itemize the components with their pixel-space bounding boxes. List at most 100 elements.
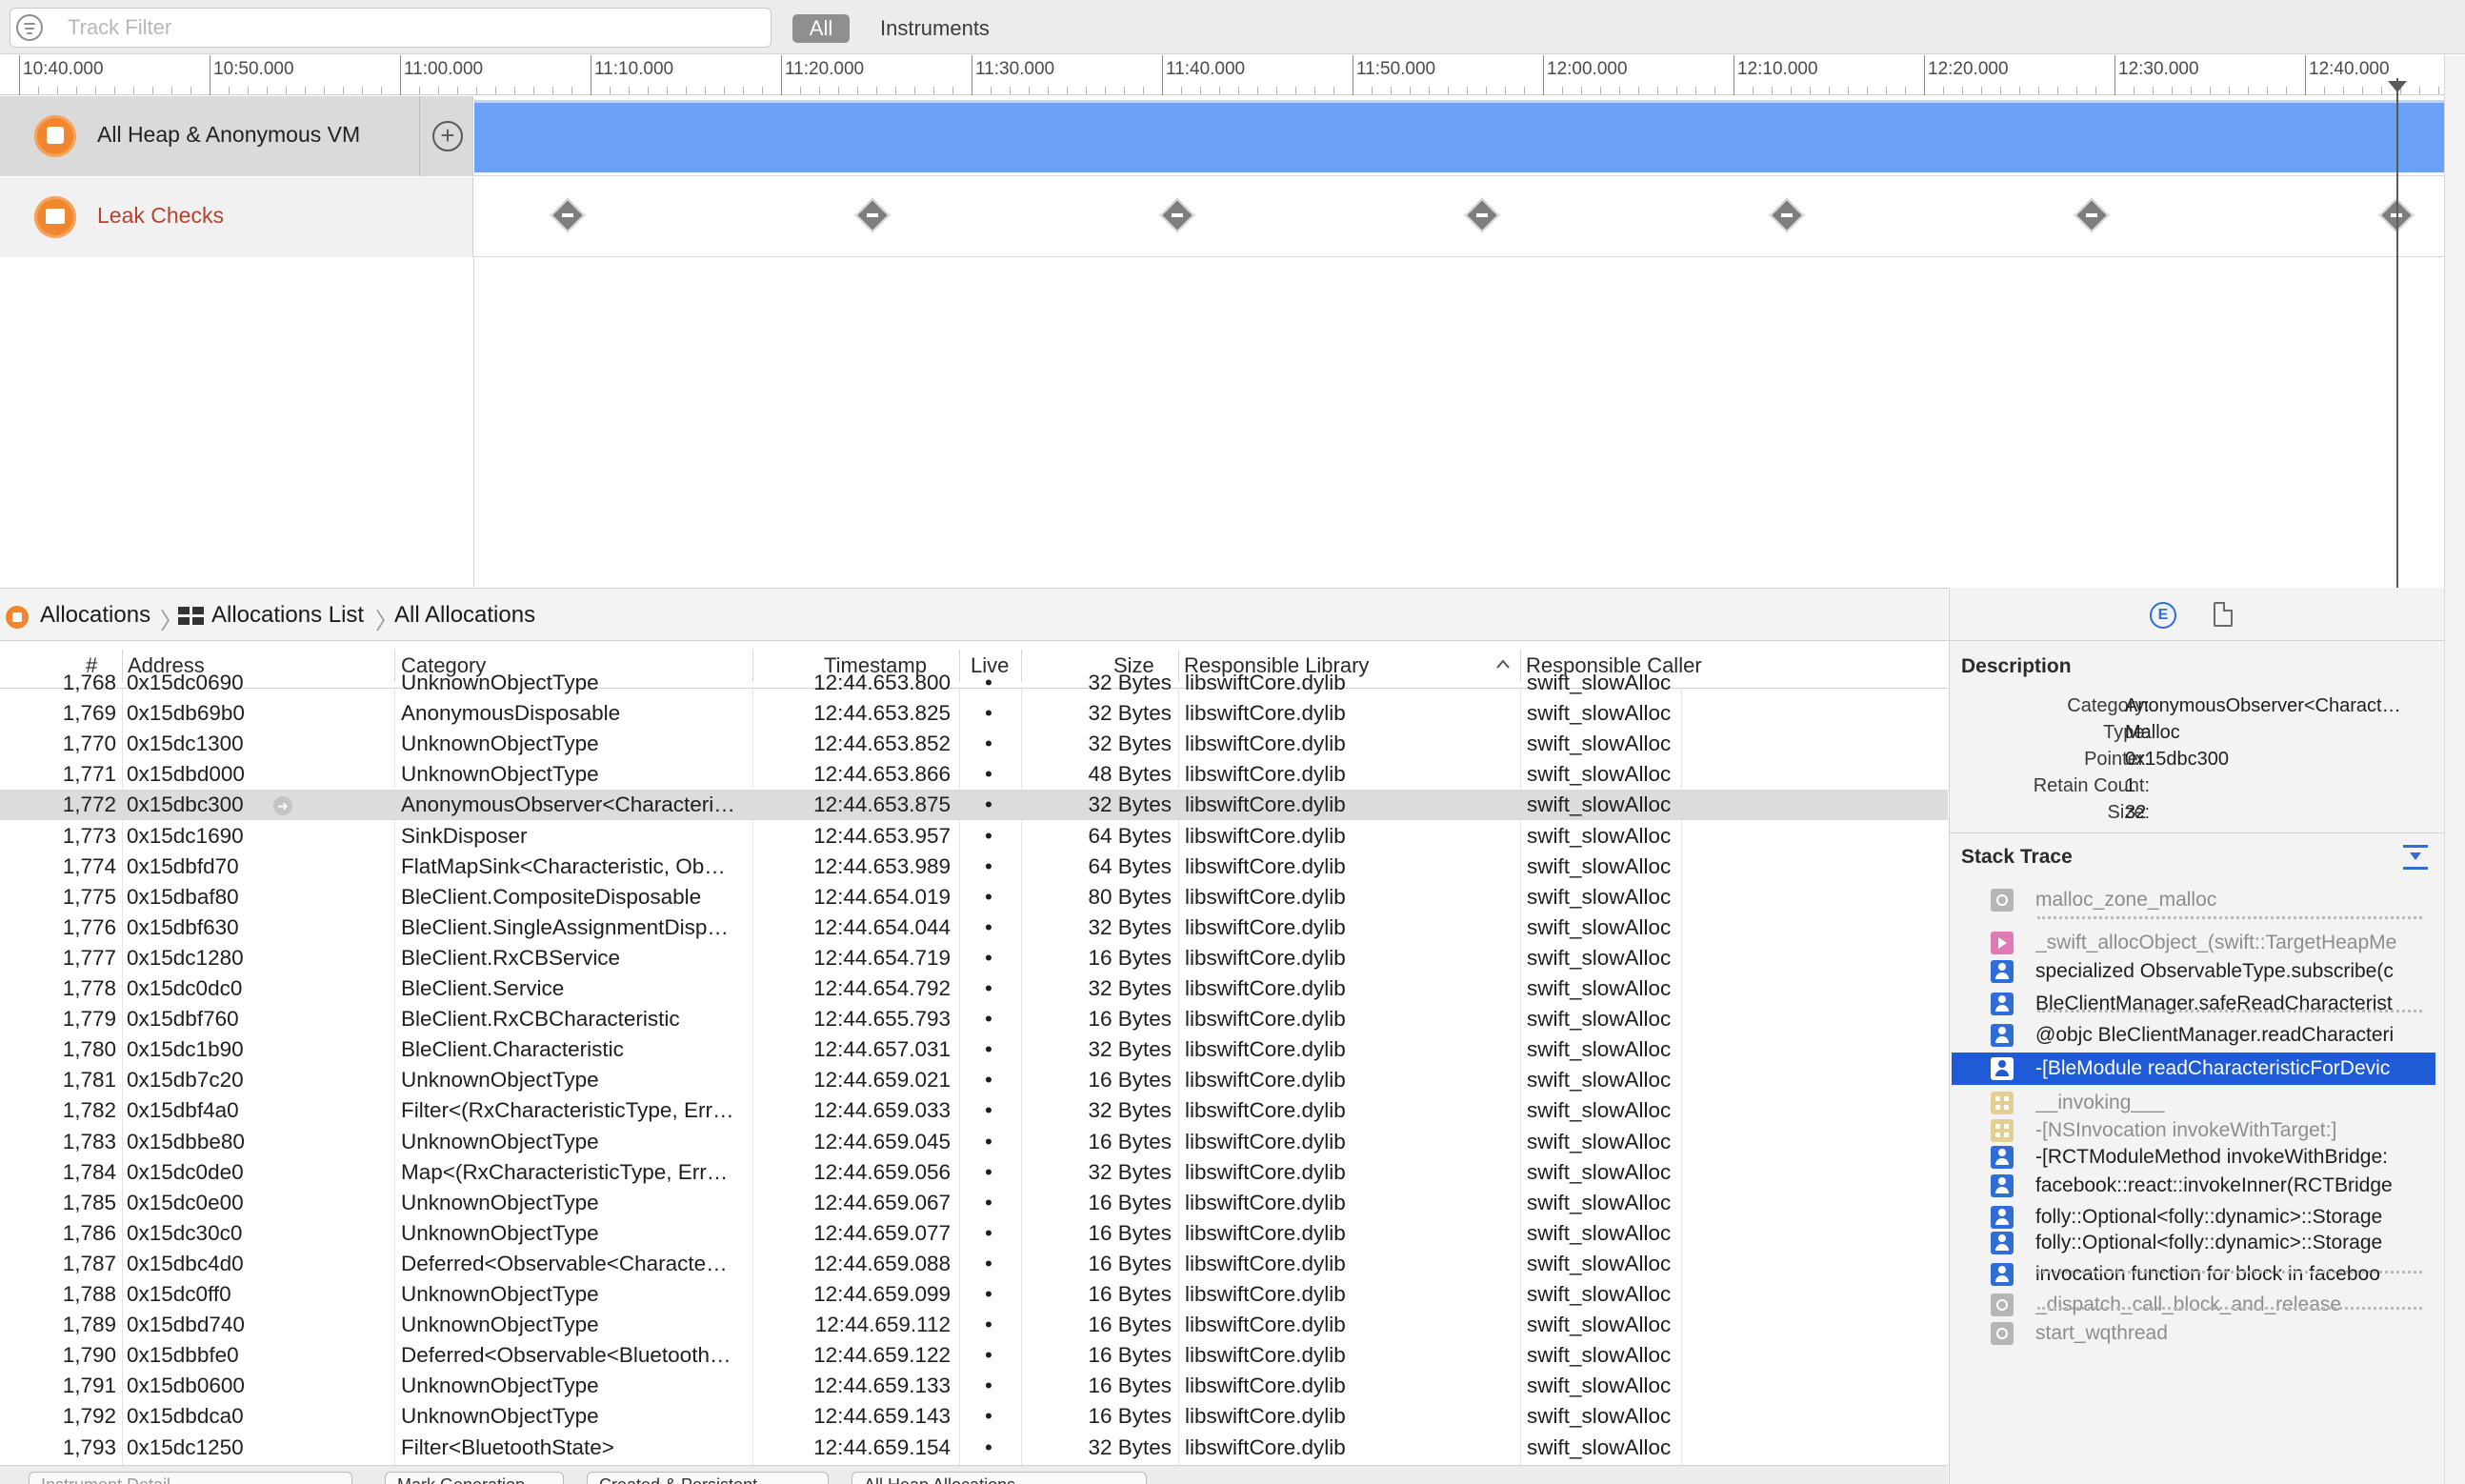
- filter-icon[interactable]: [16, 14, 43, 41]
- table-row[interactable]: 1,771 0x15dbd000 UnknownObjectType 12:44.65…: [0, 759, 1948, 790]
- table-row[interactable]: 1,787 0x15dbc4d0 Deferred<Observable<Chara…: [0, 1249, 1948, 1279]
- cell-address: 0x15dbd000: [127, 762, 245, 787]
- table-row[interactable]: 1,785 0x15dc0e00 UnknownObjectType 12:44.65…: [0, 1188, 1948, 1218]
- cell-caller: swift_slowAlloc: [1527, 1190, 1672, 1214]
- stack-frame[interactable]: facebook::react::invokeInner(RCTBridge: [1952, 1170, 2435, 1202]
- cell-caller: swift_slowAlloc: [1527, 792, 1672, 817]
- cell-caller: swift_slowAlloc: [1527, 732, 1672, 756]
- table-row[interactable]: 1,792 0x15dbdca0 UnknownObjectType 12:44.65…: [0, 1401, 1948, 1432]
- track-allocations[interactable]: All Heap & Anonymous VM +: [0, 96, 2465, 176]
- description-value: 0x15dbc300: [2125, 749, 2229, 770]
- stack-frame[interactable]: _dispatch_call_block_and_release: [1952, 1289, 2435, 1321]
- stack-frame[interactable]: BleClientManager.safeReadCharacterist: [1952, 988, 2435, 1020]
- stack-frame[interactable]: -[BleModule readCharacteristicForDevic: [1952, 1053, 2435, 1085]
- cell-caller: swift_slowAlloc: [1527, 1037, 1672, 1062]
- collapse-stack-icon[interactable]: [2403, 845, 2428, 870]
- table-row[interactable]: 1,780 0x15dc1b90 BleClient.Characteristic 1…: [0, 1034, 1948, 1065]
- stack-frame[interactable]: start_wqthread: [1952, 1317, 2435, 1350]
- playhead[interactable]: [2396, 78, 2398, 588]
- table-row[interactable]: 1,773 0x15dc1690 SinkDisposer 12:44.653.957…: [0, 821, 1948, 852]
- stack-frame[interactable]: invocation function for block in faceboo: [1952, 1258, 2435, 1291]
- cell-num: 1,778: [62, 976, 116, 1000]
- track-filter-input[interactable]: [68, 14, 763, 41]
- cell-library: libswiftCore.dylib: [1185, 884, 1346, 909]
- leak-check-marker-icon[interactable]: [550, 197, 586, 233]
- table-row[interactable]: 1,776 0x15dbf630 BleClient.SingleAssignmen…: [0, 912, 1948, 943]
- table-row[interactable]: 1,777 0x15dc1280 BleClient.RxCBService 12:4…: [0, 943, 1948, 973]
- created-persistent-popup[interactable]: Created & Persistent: [587, 1472, 829, 1484]
- cell-address: 0x15dc0ff0: [127, 1282, 231, 1306]
- collapsed-frames-separator: [2037, 916, 2422, 919]
- scope-all-button[interactable]: All: [792, 14, 850, 43]
- stack-frame[interactable]: malloc_zone_malloc: [1952, 884, 2435, 916]
- all-heap-allocations-popup[interactable]: All Heap Allocations: [852, 1472, 1147, 1484]
- cell-caller: swift_slowAlloc: [1527, 1313, 1672, 1337]
- table-row[interactable]: 1,783 0x15dbbe80 UnknownObjectType 12:44.65…: [0, 1127, 1948, 1157]
- cell-num: 1,792: [62, 1404, 116, 1429]
- cell-num: 1,772: [62, 792, 116, 817]
- cell-live: •: [985, 1220, 992, 1245]
- table-row[interactable]: 1,779 0x15dbf760 BleClient.RxCBCharacteris…: [0, 1004, 1948, 1034]
- table-row[interactable]: 1,770 0x15dc1300 UnknownObjectType 12:44.65…: [0, 729, 1948, 759]
- table-row[interactable]: 1,782 0x15dbf4a0 Filter<(RxCharacteristicT…: [0, 1095, 1948, 1126]
- table-row[interactable]: 1,774 0x15dbfd70 FlatMapSink<Characteristi…: [0, 852, 1948, 882]
- cell-category: UnknownObjectType: [401, 1068, 599, 1093]
- instrument-detail-filter[interactable]: Instrument Detail: [29, 1472, 352, 1484]
- track-header-allocations[interactable]: All Heap & Anonymous VM +: [0, 96, 473, 176]
- track-name: All Heap & Anonymous VM: [97, 122, 361, 147]
- time-ruler[interactable]: 10:40.000 10:50.000 11:00.000 11:10.000 11:2…: [0, 55, 2465, 95]
- cell-address: 0x15dc0e00: [127, 1190, 244, 1214]
- breadcrumb-all-allocations[interactable]: All Allocations: [394, 602, 535, 629]
- table-row[interactable]: 1,788 0x15dc0ff0 UnknownObjectType 12:44.65…: [0, 1279, 1948, 1310]
- extended-detail-icon[interactable]: E: [2150, 602, 2176, 629]
- track-leak-checks[interactable]: Leak Checks: [0, 177, 2465, 257]
- table-row[interactable]: 1,775 0x15dbaf80 BleClient.CompositeDispos…: [0, 882, 1948, 912]
- table-row[interactable]: 1,791 0x15db0600 UnknownObjectType 12:44.65…: [0, 1371, 1948, 1401]
- leak-check-marker-icon[interactable]: [854, 197, 891, 233]
- add-track-button[interactable]: +: [432, 121, 463, 151]
- table-row[interactable]: 1,781 0x15db7c20 UnknownObjectType 12:44.65…: [0, 1065, 1948, 1095]
- user-code-icon: [1991, 1057, 2014, 1080]
- ruler-tick: 10:40.000: [19, 55, 104, 95]
- document-icon[interactable]: [2214, 602, 2233, 627]
- inspector-scrollbar[interactable]: [2444, 588, 2465, 1484]
- table-row[interactable]: 1,784 0x15dc0de0 Map<(RxCharacteristicType…: [0, 1157, 1948, 1188]
- leak-check-marker-icon[interactable]: [2074, 197, 2110, 233]
- leak-check-marker-icon[interactable]: [1769, 197, 1805, 233]
- leak-check-marker-icon[interactable]: [1159, 197, 1195, 233]
- stack-frame[interactable]: @objc BleClientManager.readCharacteri: [1952, 1019, 2435, 1052]
- cell-size: 16 Bytes: [1088, 945, 1172, 970]
- stack-frame[interactable]: specialized ObservableType.subscribe(c: [1952, 955, 2435, 988]
- stack-frame[interactable]: -[RCTModuleMethod invokeWithBridge:: [1952, 1141, 2435, 1173]
- cell-timestamp: 12:44.654.719: [813, 945, 951, 970]
- table-row[interactable]: 1,789 0x15dbd740 UnknownObjectType 12:44.65…: [0, 1310, 1948, 1340]
- table-row[interactable]: 1,778 0x15dc0dc0 BleClient.Service 12:44.65…: [0, 973, 1948, 1004]
- timeline-scrollbar[interactable]: [2444, 55, 2465, 589]
- cell-live: •: [985, 823, 992, 848]
- table-row[interactable]: 1,769 0x15db69b0 AnonymousDisposable 12:44.…: [0, 698, 1948, 729]
- stack-frame[interactable]: folly::Optional<folly::dynamic>::Storage: [1952, 1227, 2435, 1259]
- breadcrumb-allocations[interactable]: Allocations: [40, 602, 150, 629]
- cell-caller: swift_slowAlloc: [1527, 945, 1672, 970]
- cell-address: 0x15dc0dc0: [127, 976, 243, 1000]
- table-row[interactable]: 1,768 0x15dc0690 UnknownObjectType 12:44.65…: [0, 668, 1948, 698]
- leak-check-marker-icon[interactable]: [1464, 197, 1500, 233]
- table-row[interactable]: 1,786 0x15dc30c0 UnknownObjectType 12:44.65…: [0, 1218, 1948, 1249]
- cell-address: 0x15dc1b90: [127, 1037, 244, 1062]
- track-filter-field[interactable]: [10, 8, 772, 48]
- heap-graph[interactable]: [474, 100, 2446, 172]
- table-row[interactable]: 1,790 0x15dbbfe0 Deferred<Observable<Bluet…: [0, 1340, 1948, 1371]
- cell-library: libswiftCore.dylib: [1185, 914, 1346, 939]
- stack-frame[interactable]: _swift_allocObject_(swift::TargetHeapMe: [1952, 927, 2435, 959]
- cell-category: UnknownObjectType: [401, 671, 599, 694]
- track-header-leak-checks[interactable]: Leak Checks: [0, 177, 473, 257]
- table-row[interactable]: 1,793 0x15dc1250 Filter<BluetoothState> 12:…: [0, 1433, 1948, 1463]
- scope-instruments-button[interactable]: Instruments: [880, 14, 990, 43]
- ruler-tick-label: 12:40.000: [2309, 59, 2390, 79]
- cell-address: 0x15dbd740: [127, 1313, 245, 1337]
- cell-live: •: [985, 792, 992, 817]
- table-row[interactable]: 1,772 0x15dbc300 AnonymousObserver<Charact…: [0, 790, 1948, 821]
- breadcrumb-allocations-list[interactable]: Allocations List: [211, 602, 364, 629]
- mark-generation-button[interactable]: Mark Generation: [385, 1472, 564, 1484]
- cell-library: libswiftCore.dylib: [1185, 945, 1346, 970]
